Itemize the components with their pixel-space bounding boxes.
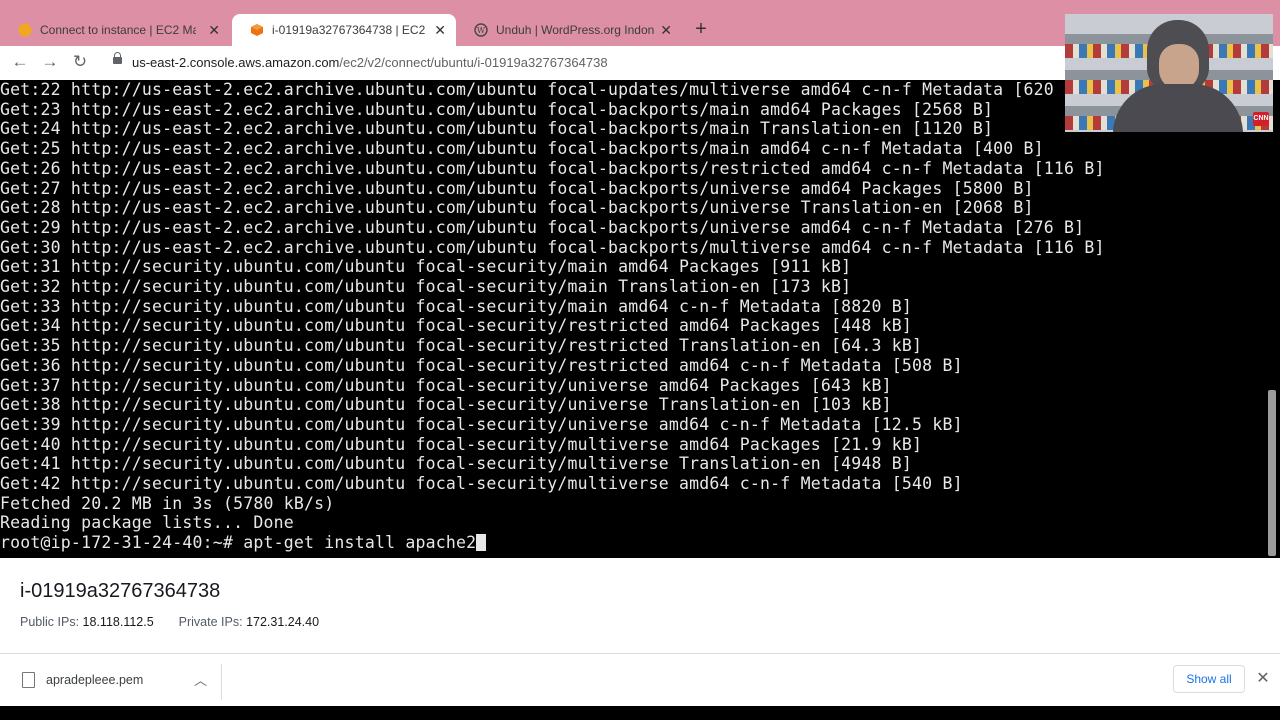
terminal-prompt-line[interactable]: root@ip-172-31-24-40:~# apt-get install … — [0, 533, 1105, 553]
terminal-scrollbar[interactable] — [1268, 390, 1276, 556]
new-tab-button[interactable]: + — [690, 18, 712, 41]
channel-logo: CNN — [1253, 112, 1269, 126]
public-ip-label: Public IPs: — [20, 615, 80, 629]
private-ip-label: Private IPs: — [178, 615, 243, 629]
close-download-bar-icon[interactable]: ✕ — [1255, 668, 1271, 688]
terminal-line: Get:28 http://us-east-2.ec2.archive.ubun… — [0, 198, 1034, 218]
instance-ips: Public IPs: 18.118.112.5 Private IPs: 17… — [20, 615, 319, 629]
tab-wordpress[interactable]: W Unduh | WordPress.org Indonesia ✕ — [456, 14, 682, 46]
instance-info-panel: i-01919a32767364738 Public IPs: 18.118.1… — [0, 558, 1280, 653]
url-host: us-east-2.console.aws.amazon.com — [132, 55, 340, 70]
lock-icon — [113, 52, 122, 64]
instance-id: i-01919a32767364738 — [20, 580, 221, 602]
tab-title: i-01919a32767364738 | EC2 Instance Conne… — [272, 23, 428, 37]
reload-icon[interactable]: ↻ — [70, 52, 90, 72]
terminal-line: Get:35 http://security.ubuntu.com/ubuntu… — [0, 336, 923, 356]
close-tab-icon[interactable]: ✕ — [208, 22, 220, 39]
terminal-line: Reading package lists... Done — [0, 513, 294, 533]
public-ip-value: 18.118.112.5 — [82, 615, 154, 629]
show-all-button[interactable]: Show all — [1173, 665, 1245, 693]
webcam-overlay: CNN — [1065, 14, 1273, 132]
terminal-line: Get:42 http://security.ubuntu.com/ubuntu… — [0, 474, 963, 494]
terminal-line: Get:39 http://security.ubuntu.com/ubuntu… — [0, 414, 963, 434]
terminal-line: Get:26 http://us-east-2.ec2.archive.ubun… — [0, 158, 1105, 178]
terminal-line: Fetched 20.2 MB in 3s (5780 kB/s) — [0, 493, 335, 513]
terminal-line: Get:27 http://us-east-2.ec2.archive.ubun… — [0, 178, 1034, 198]
terminal-line: Get:34 http://security.ubuntu.com/ubuntu… — [0, 316, 913, 336]
terminal-line: Get:23 http://us-east-2.ec2.archive.ubun… — [0, 99, 994, 119]
terminal-command: apt-get install apache2 — [243, 533, 477, 553]
download-bar: apradepleee.pem ︿ Show all ✕ — [0, 653, 1280, 707]
terminal-cursor — [476, 534, 487, 552]
tab-connect-to-instance[interactable]: Connect to instance | EC2 Management Con… — [0, 14, 230, 46]
terminal-line: Get:36 http://security.ubuntu.com/ubuntu… — [0, 355, 963, 375]
address-bar[interactable]: us-east-2.console.aws.amazon.com/ec2/v2/… — [132, 55, 608, 70]
tab-title: Unduh | WordPress.org Indonesia — [496, 23, 654, 37]
terminal-line: Get:41 http://security.ubuntu.com/ubuntu… — [0, 454, 913, 474]
private-ip-value: 172.31.24.40 — [246, 615, 320, 629]
wordpress-icon: W — [474, 23, 488, 37]
back-arrow-icon[interactable]: ← — [10, 52, 30, 72]
url-path: /ec2/v2/connect/ubuntu/i-01919a327673647… — [339, 55, 608, 70]
terminal-line: Get:37 http://security.ubuntu.com/ubuntu… — [0, 375, 892, 395]
forward-arrow-icon[interactable]: → — [40, 52, 60, 72]
terminal-line: Get:22 http://us-east-2.ec2.archive.ubun… — [0, 80, 1054, 99]
terminal-line: Get:29 http://us-east-2.ec2.archive.ubun… — [0, 217, 1085, 237]
terminal-line: Get:24 http://us-east-2.ec2.archive.ubun… — [0, 119, 994, 139]
terminal-prompt: root@ip-172-31-24-40:~# — [0, 533, 244, 553]
terminal-line: Get:32 http://security.ubuntu.com/ubuntu… — [0, 277, 852, 297]
close-tab-icon[interactable]: ✕ — [434, 22, 446, 39]
terminal-line: Get:25 http://us-east-2.ec2.archive.ubun… — [0, 139, 1044, 159]
aws-cube-icon — [251, 24, 263, 36]
terminal-output: Get:22 http://us-east-2.ec2.archive.ubun… — [0, 80, 1105, 553]
download-file-name[interactable]: apradepleee.pem — [46, 673, 143, 687]
terminal-line: Get:33 http://security.ubuntu.com/ubuntu… — [0, 296, 913, 316]
terminal-line: Get:30 http://us-east-2.ec2.archive.ubun… — [0, 237, 1105, 257]
terminal-line: Get:31 http://security.ubuntu.com/ubuntu… — [0, 257, 852, 277]
divider — [221, 664, 222, 700]
tab-title: Connect to instance | EC2 Management Con… — [40, 23, 196, 37]
chevron-up-icon[interactable]: ︿ — [194, 670, 207, 689]
terminal-line: Get:40 http://security.ubuntu.com/ubuntu… — [0, 434, 923, 454]
svg-text:W: W — [477, 26, 486, 35]
tab-instance-connect[interactable]: i-01919a32767364738 | EC2 Instance Conne… — [232, 14, 456, 46]
close-tab-icon[interactable]: ✕ — [660, 22, 672, 39]
file-icon — [22, 672, 35, 688]
bottom-band — [0, 706, 1280, 720]
terminal[interactable]: Get:22 http://us-east-2.ec2.archive.ubun… — [0, 80, 1280, 558]
terminal-line: Get:38 http://security.ubuntu.com/ubuntu… — [0, 395, 892, 415]
aws-orange-icon — [18, 23, 32, 37]
